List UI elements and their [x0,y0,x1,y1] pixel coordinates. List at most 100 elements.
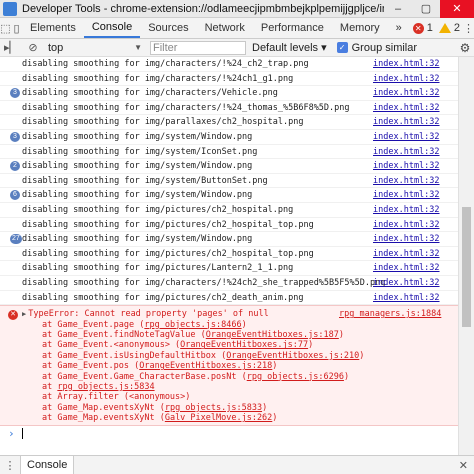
error-text: TypeError: Cannot read property 'pages' … [28,309,269,320]
warning-icon [438,23,451,33]
stack-frame-link[interactable]: OrangeEventHitboxes.js:77 [180,340,308,350]
scrollbar-thumb[interactable] [462,207,471,327]
show-drawer-icon[interactable]: ▸▏ [0,41,22,54]
source-link[interactable]: index.html:32 [373,174,440,188]
group-similar-checkbox[interactable]: ✓ [336,42,348,53]
stack-frame-link[interactable]: OrangeEventHitboxes.js:187 [206,330,339,340]
source-link[interactable]: index.html:32 [373,203,440,217]
close-window-button[interactable]: ✕ [440,0,474,18]
more-options-icon[interactable]: ⋮ [463,18,474,38]
stack-frame-link[interactable]: Galv_PixelMove.js:262 [165,413,272,423]
error-icon: ✕ [412,22,424,34]
tab-sources[interactable]: Sources [140,18,196,38]
error-headline[interactable]: ▶ TypeError: Cannot read property 'pages'… [0,309,458,319]
log-row: disabling smoothing for img/characters/!… [0,57,458,72]
log-message: disabling smoothing for img/system/Windo… [22,190,253,201]
log-message: disabling smoothing for img/pictures/ch2… [22,219,314,230]
drawer-menu-icon[interactable]: ⋮ [0,459,20,472]
repeat-count-badge: 3 [10,131,20,142]
log-row: disabling smoothing for img/pictures/ch2… [0,203,458,218]
chevron-down-icon: ▼ [134,43,142,52]
tab-console[interactable]: Console [83,18,141,38]
stack-frame: at Game_Map.eventsXyNt (rpg_objects.js:5… [0,403,458,413]
stack-frame-text: at Game_Map.eventsXyNt ( [42,413,165,424]
console-scrollbar[interactable] [458,57,474,455]
source-link[interactable]: index.html:32 [373,115,440,129]
source-link[interactable]: index.html:32 [373,159,440,173]
source-link[interactable]: index.html:32 [373,218,440,232]
log-message: disabling smoothing for img/characters/V… [22,88,278,99]
stack-frame-text: at Array.filter (<anonymous>) [42,392,191,403]
inspect-element-icon[interactable]: ⬚ [0,18,11,38]
source-link[interactable]: index.html:32 [373,188,440,202]
minimize-button[interactable]: – [384,0,412,18]
context-select[interactable]: top ▼ [44,42,148,54]
stack-frame-suffix: ) [241,319,247,330]
stack-frame-suffix: ) [262,402,268,413]
log-list: disabling smoothing for img/characters/!… [0,57,458,306]
source-link[interactable]: index.html:32 [373,130,440,144]
source-link[interactable]: index.html:32 [373,86,440,100]
group-similar-label: Group similar [351,41,418,54]
log-row: disabling smoothing for img/pictures/Lan… [0,261,458,276]
panel-tabbar: ⬚ ▯ Elements Console Sources Network Per… [0,18,474,39]
stack-frame-suffix: ) [272,413,278,424]
source-link[interactable]: index.html:32 [373,261,440,275]
source-link[interactable]: index.html:32 [373,291,440,305]
stack-frame-link[interactable]: rpg_objects.js:8466 [144,320,241,330]
source-link[interactable]: index.html:32 [373,72,440,86]
error-warning-counter[interactable]: ✕ 1 2 [410,18,463,38]
source-link[interactable]: index.html:32 [373,101,440,115]
log-message: disabling smoothing for img/characters/!… [22,59,309,69]
stack-frame: at Game_Event.findNoteTagValue (OrangeEv… [0,330,458,340]
stack-frame: at Game_Event.isUsingDefaultHitbox (Oran… [0,351,458,361]
maximize-button[interactable]: ▢ [412,0,440,18]
repeat-count-badge: 3 [10,88,20,99]
stack-frame-link[interactable]: rpg_objects.js:6296 [247,372,344,382]
repeat-count-badge: 27 [10,234,22,245]
log-message: disabling smoothing for img/pictures/ch2… [22,292,304,303]
stack-frame-link[interactable]: rpg_objects.js:5833 [165,403,262,413]
stack-frame-suffix: ) [338,329,344,340]
stack-frame-text: at [42,381,58,392]
context-value: top [48,41,64,54]
stack-frame-link[interactable]: rpg_objects.js:5834 [57,382,154,392]
log-levels-dropdown[interactable]: Default levels ▾ [252,41,327,54]
source-link[interactable]: index.html:32 [373,57,440,71]
error-source-link[interactable]: rpg_managers.js:1884 [339,309,441,319]
source-link[interactable]: index.html:32 [373,276,440,290]
drawer-tab-console[interactable]: Console [20,455,75,474]
console-toolbar: ▸▏ ⊘ top ▼ Default levels ▾ ✓ Group simi… [0,39,474,57]
device-toolbar-icon[interactable]: ▯ [11,18,22,38]
source-link[interactable]: index.html:32 [373,247,440,261]
tab-elements[interactable]: Elements [22,18,84,38]
prompt-chevron-icon: › [8,427,15,441]
stack-frame: at Array.filter (<anonymous>) [0,392,458,402]
stack-frame: at rpg_objects.js:5834 [0,382,458,392]
source-link[interactable]: index.html:32 [373,145,440,159]
filter-input[interactable] [150,40,246,55]
gear-icon[interactable]: ⚙ [456,41,474,55]
more-tabs-button[interactable]: » [388,18,410,38]
stack-trace: at Game_Event.page (rpg_objects.js:8466)… [0,320,458,424]
close-drawer-button[interactable]: ✕ [459,459,468,472]
tab-memory[interactable]: Memory [332,18,388,38]
stack-frame-link[interactable]: OrangeEventHitboxes.js:218 [139,361,272,371]
clear-console-icon[interactable]: ⊘ [22,41,44,54]
log-message: disabling smoothing for img/system/Windo… [22,161,253,172]
log-row: disabling smoothing for img/characters/!… [0,276,458,291]
expand-triangle-icon[interactable]: ▶ [22,310,26,318]
log-row: disabling smoothing for img/characters/!… [0,101,458,116]
log-row: 3 disabling smoothing for img/characters/… [0,86,458,101]
stack-frame-suffix: ) [343,371,350,382]
log-message: disabling smoothing for img/system/Windo… [22,131,253,142]
tab-performance[interactable]: Performance [253,18,332,38]
console-prompt[interactable]: › [0,426,458,442]
tab-network[interactable]: Network [197,18,253,38]
stack-frame-text: at Game_Event.Game_CharacterBase.posNt ( [42,371,247,382]
stack-frame-link[interactable]: OrangeEventHitboxes.js:210 [226,351,359,361]
stack-frame-suffix: ) [359,350,365,361]
stack-frame: at Game_Map.eventsXyNt (Galv_PixelMove.j… [0,413,458,423]
error-message: ✕ ▶ TypeError: Cannot read property 'page… [0,305,458,427]
source-link[interactable]: index.html:32 [373,232,440,246]
